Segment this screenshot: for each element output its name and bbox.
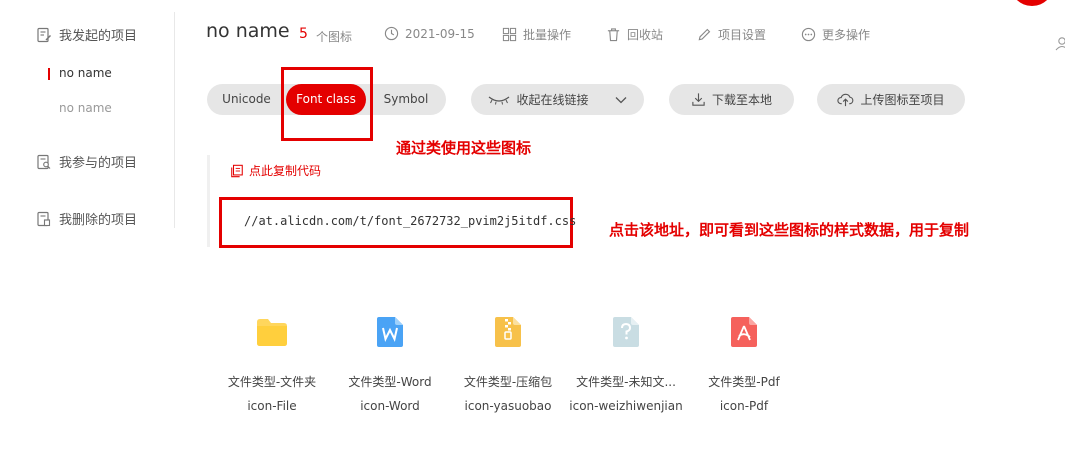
user-avatar-badge[interactable] xyxy=(1010,0,1054,6)
annotation-address-hint: 点击该地址，即可看到这些图标的样式数据，用于复制 xyxy=(609,221,970,239)
icon-card-pdf[interactable]: 文件类型-Pdf icon-Pdf xyxy=(684,314,804,413)
icon-name: 文件类型-Word xyxy=(348,375,432,389)
icon-code: icon-Word xyxy=(360,399,420,413)
annotation-box-font-class xyxy=(281,67,373,141)
sidebar-group-label: 我发起的项目 xyxy=(59,29,138,44)
icon-name: 文件类型-文件夹 xyxy=(227,375,317,389)
eye-closed-icon xyxy=(489,96,510,105)
trash-icon xyxy=(607,28,620,42)
sidebar-item-project-1[interactable]: no name xyxy=(48,66,112,80)
icon-card-word[interactable]: 文件类型-Word icon-Word xyxy=(330,314,450,413)
chevron-down-icon xyxy=(615,96,626,103)
icon-name: 文件类型-未知文... xyxy=(576,375,676,389)
search-doc-icon xyxy=(37,154,51,169)
folder-icon xyxy=(257,319,287,346)
icon-count-unit: 个图标 xyxy=(316,30,353,44)
sidebar-group-label: 我删除的项目 xyxy=(59,213,138,228)
copy-code-link[interactable]: 点此复制代码 xyxy=(230,162,321,179)
more-actions-button[interactable]: 更多操作 xyxy=(801,26,870,43)
download-icon xyxy=(692,93,705,106)
page-title: no name xyxy=(206,20,290,42)
sidebar-item-project-2[interactable]: no name xyxy=(59,101,112,115)
batch-icon xyxy=(502,27,517,42)
copy-icon xyxy=(231,164,243,177)
icon-name: 文件类型-Pdf xyxy=(708,375,780,389)
tab-symbol[interactable]: Symbol xyxy=(366,84,446,115)
pencil-icon xyxy=(698,28,711,41)
project-settings-button[interactable]: 项目设置 xyxy=(697,26,766,43)
sidebar-group-initiated[interactable]: 我发起的项目 xyxy=(36,25,137,44)
icon-code: icon-Pdf xyxy=(719,399,769,413)
icon-code: icon-yasuobao xyxy=(464,399,552,413)
word-file-icon xyxy=(377,317,403,347)
sidebar-group-participated[interactable]: 我参与的项目 xyxy=(36,152,137,171)
download-button[interactable]: 下载至本地 xyxy=(669,84,794,115)
unknown-file-icon xyxy=(613,317,639,347)
css-url-link[interactable]: //at.alicdn.com/t/font_2672732_pvim2j5it… xyxy=(244,214,576,228)
upload-to-project-button[interactable]: 上传图标至项目 xyxy=(817,84,965,115)
icon-card-yasuobao[interactable]: 文件类型-压缩包 icon-yasuobao xyxy=(448,314,568,413)
sidebar-group-label: 我参与的项目 xyxy=(59,156,138,171)
edit-doc-icon xyxy=(37,27,51,42)
project-date: 2021-09-15 xyxy=(384,26,475,41)
icon-card-weizhiwenjian[interactable]: 文件类型-未知文... icon-weizhiwenjian xyxy=(566,314,686,413)
cloud-upload-icon xyxy=(837,93,854,107)
collapse-link-button[interactable]: 收起在线链接 xyxy=(471,84,644,115)
clock-icon xyxy=(384,26,399,41)
code-panel-bar xyxy=(207,155,210,247)
zip-file-icon xyxy=(495,317,521,347)
icon-code: icon-weizhiwenjian xyxy=(569,399,683,413)
more-icon xyxy=(801,27,816,42)
icon-count: 5 xyxy=(299,26,308,42)
sidebar-divider xyxy=(174,12,175,228)
pdf-file-icon xyxy=(731,317,757,347)
recycle-bin-button[interactable]: 回收站 xyxy=(606,26,663,43)
icon-name: 文件类型-压缩包 xyxy=(463,375,553,389)
icon-code: icon-File xyxy=(247,399,297,413)
sidebar-group-deleted[interactable]: 我删除的项目 xyxy=(36,209,137,228)
batch-operation-button[interactable]: 批量操作 xyxy=(502,26,571,43)
icon-card-file[interactable]: 文件类型-文件夹 icon-File xyxy=(212,314,332,413)
trash-doc-icon xyxy=(37,211,51,226)
tab-unicode[interactable]: Unicode xyxy=(207,84,286,115)
user-icon[interactable] xyxy=(1054,36,1065,52)
